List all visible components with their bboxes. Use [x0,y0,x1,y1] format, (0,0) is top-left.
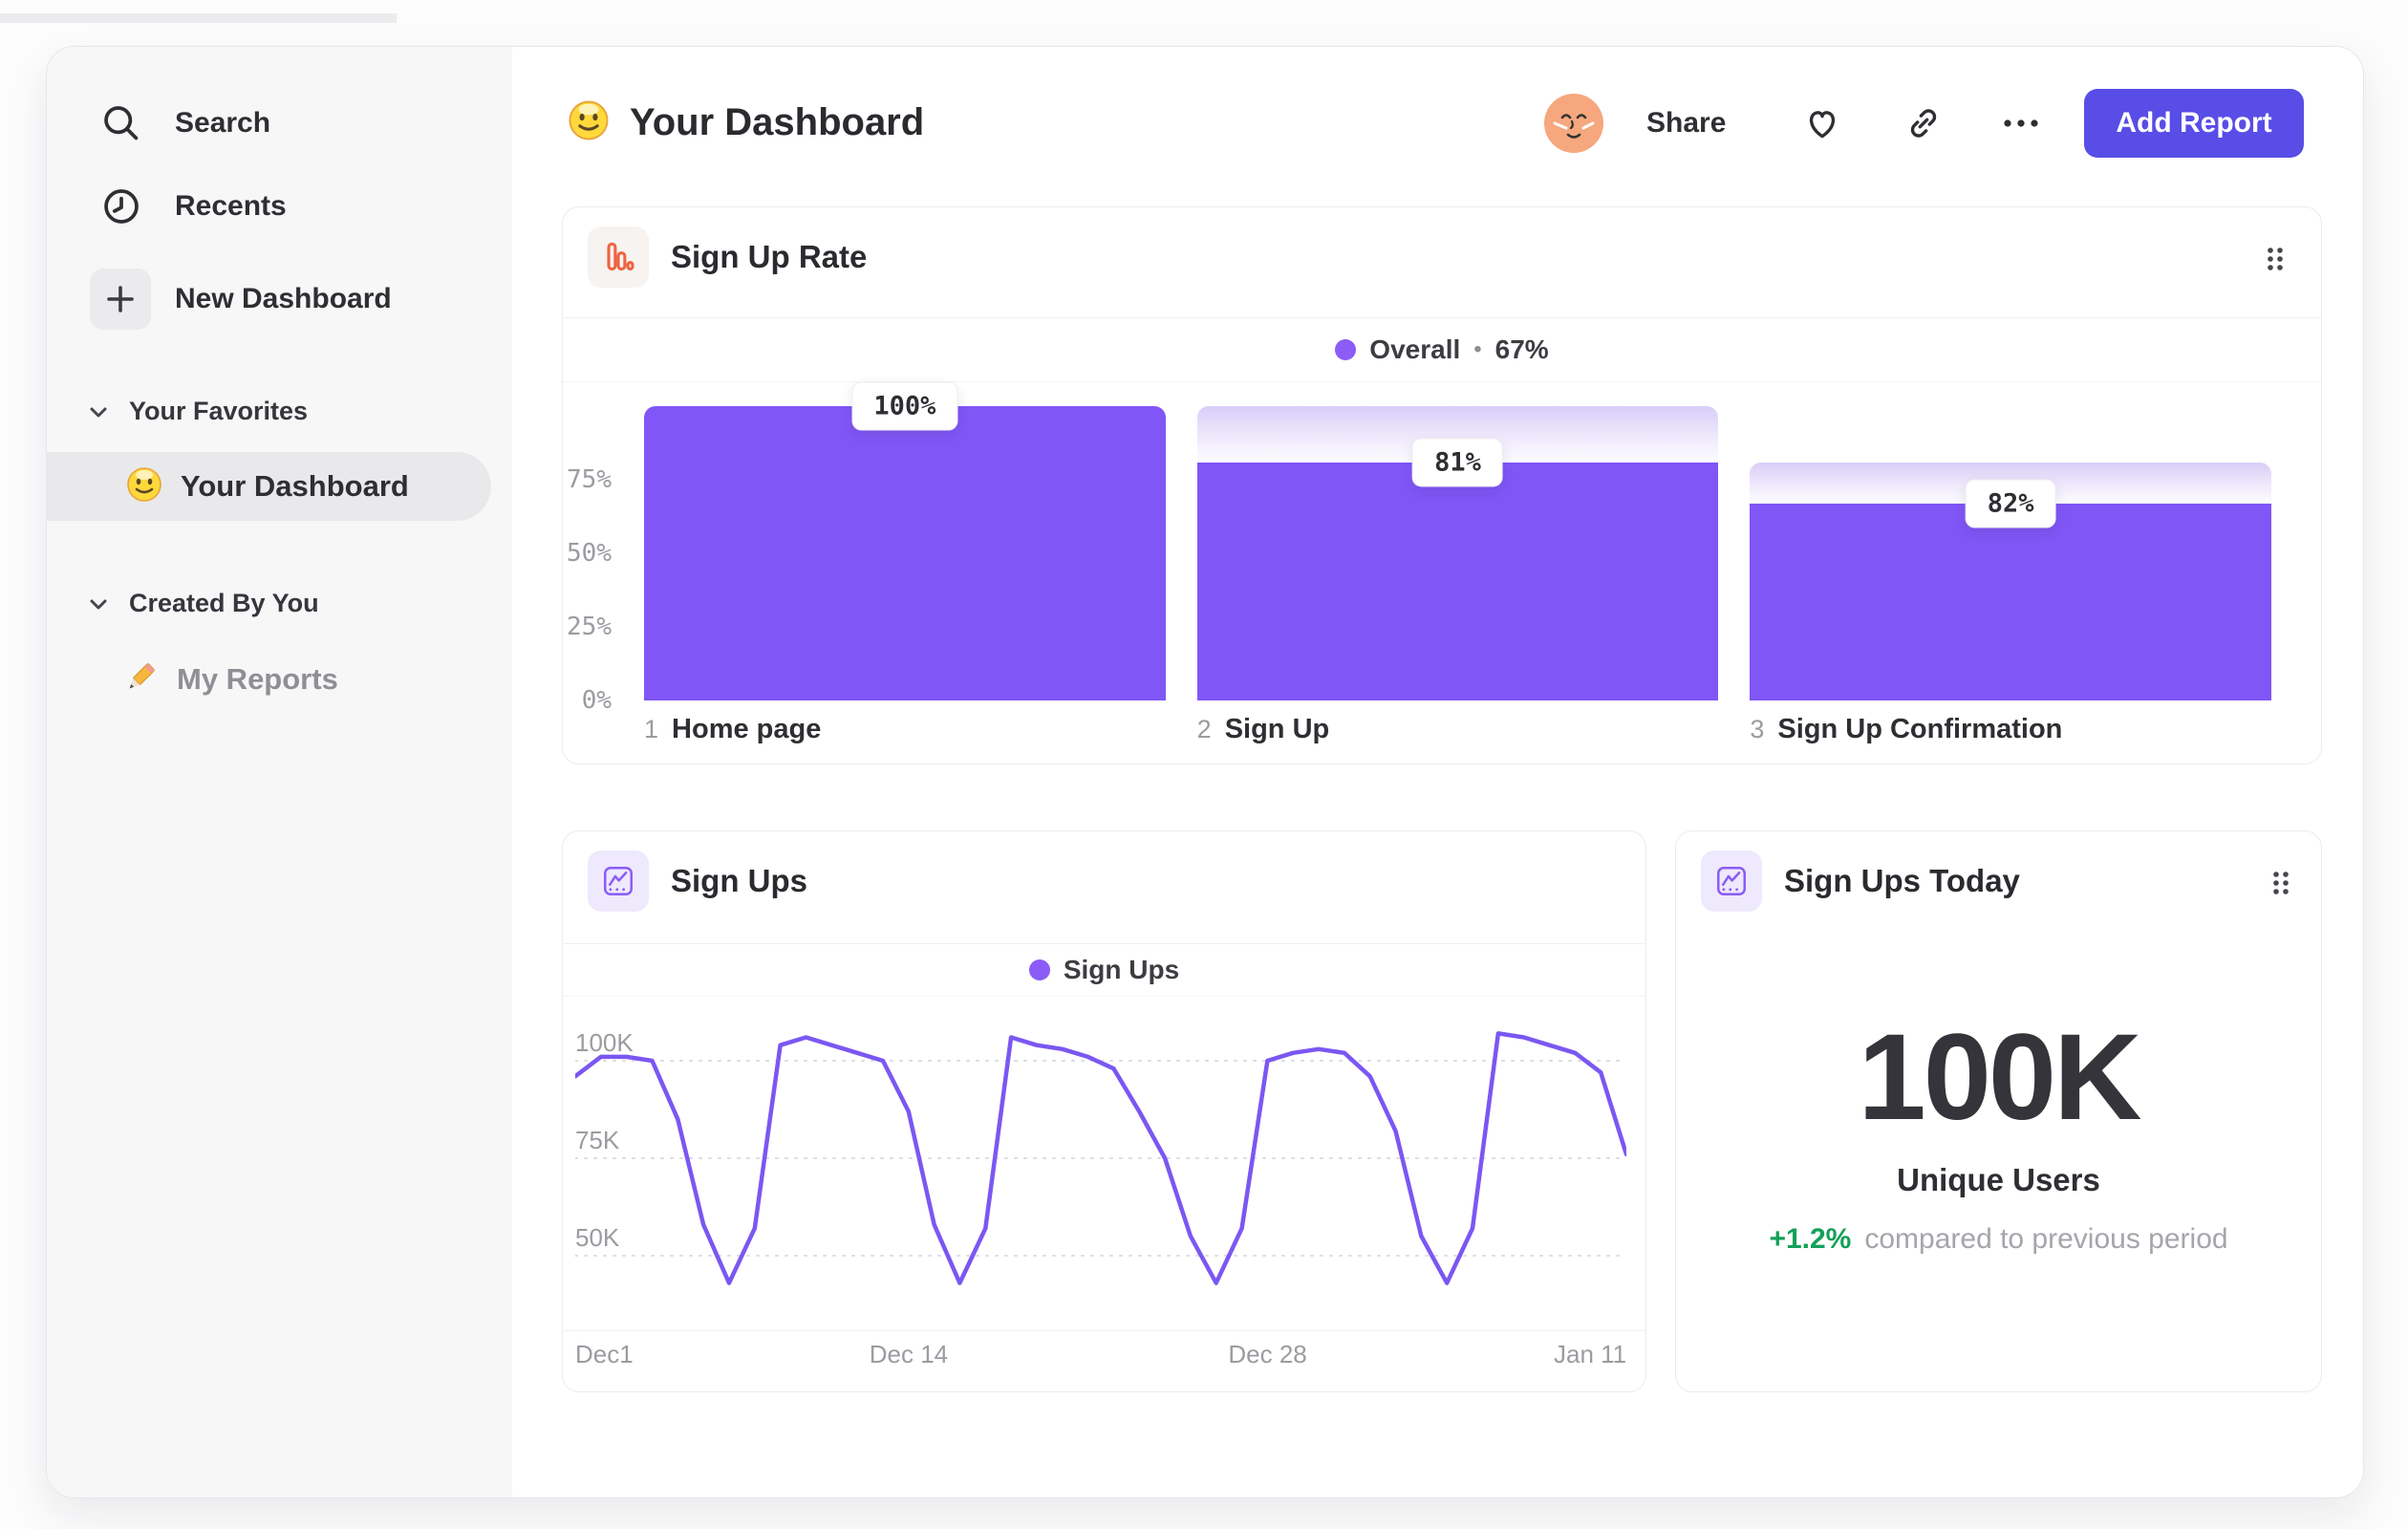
sidebar-item-my-reports[interactable]: My Reports [121,657,338,702]
funnel-bar[interactable] [644,406,1166,700]
sidebar-item-recents[interactable]: Recents [47,183,512,229]
kpi-delta-row: +1.2% compared to previous period [1676,1223,2321,1256]
background-window-edge [0,13,397,23]
kpi-value: 100K [1858,1009,2142,1146]
sign-ups-today-card: Sign Ups Today 100K Unique Users +1.2% c… [1675,830,2322,1392]
funnel-categories: 1 Home page 2 Sign Up 3 Sign Up Confirmation [644,714,2271,745]
sidebar-section-your-favorites[interactable]: Your Favorites [89,397,308,426]
funnel-bar-value-badge: 82% [1965,479,2056,528]
card-header: Sign Up Rate [563,207,2321,317]
funnel-bar-value-badge: 81% [1412,438,1503,487]
signups-x-labels: Dec1 Dec 14 Dec 28 Jan 11 [575,1340,1626,1372]
funnel-bar-value-badge: 100% [851,381,958,431]
legend-separator: • [1473,336,1482,362]
funnel-y-tick-label: 50% [567,539,612,568]
sign-ups-card: Sign Ups Sign Ups 100K 75K 50K Dec1 Dec 14 D… [562,830,1646,1392]
funnel-bar[interactable] [1196,462,1719,700]
funnel-y-tick-label: 25% [567,613,612,641]
legend-dot-icon [1335,339,1357,360]
app-window: Search Recents New Dashboard Your Favori… [46,46,2364,1498]
sidebar-item-new-dashboard[interactable]: New Dashboard [47,269,512,330]
funnel-step-number: 2 [1196,715,1212,743]
favorite-heart-icon[interactable] [1801,102,1843,144]
funnel-plot: 75% 50% 25% 0% 100% 81% 82% [567,381,2271,715]
line-y-tick-label: 75K [575,1126,620,1154]
funnel-step-name: Home page [672,714,822,744]
line-x-tick-label: Dec1 [575,1340,634,1368]
line-legend: Sign Ups [563,944,1645,997]
line-y-tick-label: 50K [575,1223,620,1252]
funnel-bar-column: 81% [1196,406,1719,700]
search-icon [98,100,144,146]
funnel-step-name: Sign Up Confirmation [1777,714,2063,744]
funnel-step-name: Sign Up [1224,714,1330,744]
smiley-emoji [567,98,611,147]
sidebar-item-search[interactable]: Search [47,100,512,146]
chevron-down-icon [89,405,108,419]
funnel-legend: Overall • 67% [563,318,2321,382]
line-y-tick-label: 100K [575,1028,634,1057]
card-header: Sign Ups [563,831,1645,941]
funnel-y-tick-label: 0% [581,686,612,715]
sidebar: Search Recents New Dashboard Your Favori… [47,47,512,1497]
card-title: Sign Up Rate [671,239,868,274]
legend-dot-icon [1028,959,1050,980]
page-title: Your Dashboard [567,100,925,143]
add-report-button[interactable]: Add Report [2084,89,2304,158]
funnel-step-number: 3 [1750,715,1765,743]
funnel-step-number: 1 [644,715,659,743]
section-label: Your Favorites [129,397,309,425]
chevron-down-icon [89,597,108,611]
funnel-category-label: 2 Sign Up [1197,714,1719,745]
sidebar-item-label: Your Dashboard [181,469,409,503]
copy-link-icon[interactable] [1903,102,1945,144]
section-label: Created By You [129,589,319,617]
kpi-delta-note: compared to previous period [1864,1223,2228,1255]
line-x-tick-label: Dec 14 [869,1340,949,1368]
funnel-category-label: 1 Home page [644,714,1166,745]
funnel-bar[interactable] [1750,503,2271,700]
kpi-metric-label: Unique Users [1897,1162,2100,1197]
legend-series-label: Overall [1369,334,1461,364]
drag-handle-icon[interactable] [2271,870,2290,901]
share-button[interactable]: Share [1646,107,1726,140]
avatar[interactable] [1543,93,1604,154]
legend-series-label: Sign Ups [1063,955,1180,984]
pencil-emoji [121,658,160,701]
sidebar-item-label: Search [175,107,271,139]
page-title-text: Your Dashboard [630,100,925,143]
sidebar-item-label: Recents [175,190,287,222]
sidebar-item-your-dashboard[interactable]: Your Dashboard [125,463,409,509]
divider [563,1330,1645,1331]
more-options-icon[interactable] [2000,108,2042,139]
funnel-category-label: 3 Sign Up Confirmation [1750,714,2271,745]
line-x-tick-label: Dec 28 [1228,1340,1307,1368]
legend-value: 67% [1494,334,1549,364]
drag-handle-icon[interactable] [2266,246,2285,277]
line-x-tick-label: Jan 11 [1554,1340,1627,1368]
line-chart-icon [588,851,649,912]
card-title: Sign Ups [671,863,808,898]
funnel-y-axis: 75% 50% 25% 0% [529,406,612,715]
funnel-bar-column: 82% [1750,406,2271,700]
signups-line-svg [572,1031,1629,1285]
sidebar-item-label: New Dashboard [175,283,392,314]
plus-icon [90,269,151,330]
card-header: Sign Ups Today [1676,831,2321,941]
clock-icon [98,183,144,229]
kpi-delta: +1.2% [1769,1223,1852,1255]
sidebar-section-created-by-you[interactable]: Created By You [89,589,319,618]
smiley-emoji [125,465,163,508]
funnel-columns: 100% 81% 82% [644,381,2271,700]
funnel-bar-column: 100% [644,381,1166,700]
sidebar-item-label: My Reports [177,662,338,696]
bar-chart-icon [588,226,649,288]
funnel-y-tick-label: 75% [567,465,612,494]
signups-line-plot [572,1005,1629,1330]
sign-up-rate-card: Sign Up Rate Overall • 67% 75% 50% 25% 0% 1… [562,206,2322,764]
line-chart-icon [1701,851,1762,912]
card-title: Sign Ups Today [1784,863,2020,898]
